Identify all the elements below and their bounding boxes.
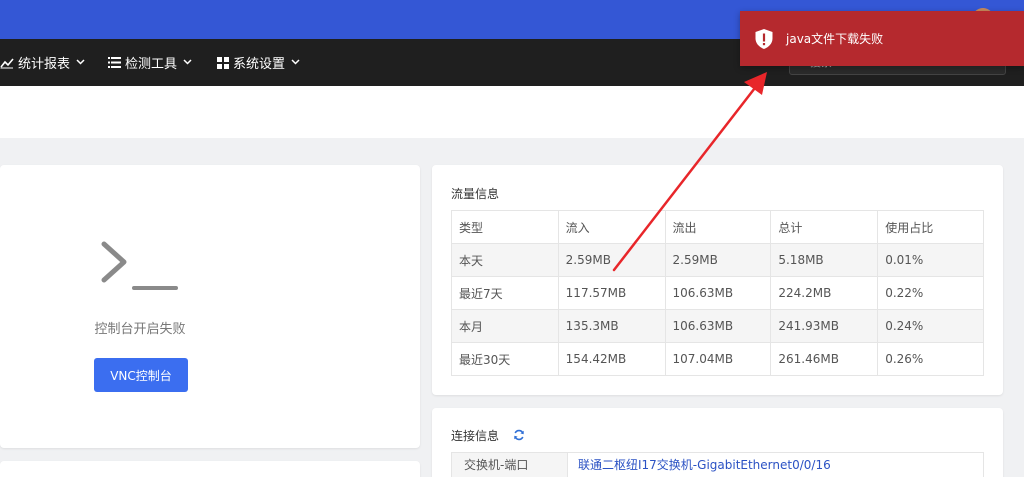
table-cell: 224.2MB (770, 276, 879, 310)
table-cell: 0.22% (877, 276, 984, 310)
connection-info-card: 连接信息 交换机-端口 联通二枢纽I17交换机-GigabitEthernet0… (432, 408, 1003, 477)
shield-alert-icon (754, 28, 774, 50)
connection-info-header: 连接信息 (451, 427, 525, 444)
error-toast[interactable]: java文件下载失败 (740, 11, 1024, 66)
chevron-down-icon (183, 57, 192, 68)
secondary-card (0, 461, 420, 477)
refresh-icon[interactable] (513, 429, 525, 444)
chevron-down-icon (76, 57, 85, 68)
nav-item-settings[interactable]: 系统设置 (217, 39, 300, 86)
table-cell: 135.3MB (557, 309, 666, 343)
column-header: 流出 (664, 210, 772, 244)
nav-label-reports: 统计报表 (18, 57, 71, 72)
table-cell: 117.57MB (557, 276, 666, 310)
table-cell: 2.59MB (557, 243, 666, 277)
table-cell: 最近7天 (451, 276, 559, 310)
table-cell: 2.59MB (664, 243, 772, 277)
table-cell: 0.01% (877, 243, 984, 277)
table-row: 最近7天 117.57MB 106.63MB 224.2MB 0.22% (451, 276, 984, 310)
chevron-down-icon (291, 57, 300, 68)
table-row: 最近30天 154.42MB 107.04MB 261.46MB 0.26% (451, 342, 984, 376)
table-cell: 最近30天 (451, 342, 559, 376)
table-cell: 5.18MB (770, 243, 879, 277)
table-cell: 241.93MB (770, 309, 879, 343)
table-cell: 261.46MB (770, 342, 879, 376)
page-header-area (0, 86, 1024, 138)
nav-item-reports[interactable]: 统计报表 (0, 39, 85, 86)
line-chart-icon (0, 57, 14, 69)
toast-message: java文件下载失败 (786, 32, 884, 46)
connection-info-title: 连接信息 (451, 429, 500, 443)
table-cell: 0.24% (877, 309, 984, 343)
table-cell: 本月 (451, 309, 559, 343)
table-cell: 154.42MB (557, 342, 666, 376)
list-icon (108, 57, 121, 68)
table-cell: 0.26% (877, 342, 984, 376)
table-cell: 本天 (451, 243, 559, 277)
terminal-icon (101, 241, 178, 290)
table-cell: 106.63MB (664, 276, 772, 310)
nav-label-tools: 检测工具 (125, 57, 178, 72)
switch-port-label: 交换机-端口 (452, 453, 568, 477)
nav-item-tools[interactable]: 检测工具 (108, 39, 192, 86)
console-error-message: 控制台开启失败 (94, 322, 186, 337)
traffic-table: 类型 流入 流出 总计 使用占比 本天 2.59MB 2.59MB 5.18MB… (451, 210, 984, 376)
table-header-row: 类型 流入 流出 总计 使用占比 (451, 210, 984, 244)
switch-port-row: 交换机-端口 联通二枢纽I17交换机-GigabitEthernet0/0/16 (451, 452, 984, 477)
grid-icon (217, 56, 229, 69)
traffic-info-title: 流量信息 (451, 187, 500, 201)
table-row: 本月 135.3MB 106.63MB 241.93MB 0.24% (451, 309, 984, 343)
traffic-info-card: 流量信息 类型 流入 流出 总计 使用占比 本天 2.59MB 2.59MB 5… (432, 165, 1003, 395)
switch-port-link[interactable]: 联通二枢纽I17交换机-GigabitEthernet0/0/16 (568, 453, 831, 477)
column-header: 使用占比 (877, 210, 984, 244)
nav-label-settings: 系统设置 (233, 57, 286, 72)
console-card (0, 165, 420, 448)
table-cell: 106.63MB (664, 309, 772, 343)
table-cell: 107.04MB (664, 342, 772, 376)
column-header: 类型 (451, 210, 559, 244)
table-row: 本天 2.59MB 2.59MB 5.18MB 0.01% (451, 243, 984, 277)
column-header: 流入 (557, 210, 666, 244)
column-header: 总计 (770, 210, 879, 244)
vnc-console-button[interactable]: VNC控制台 (94, 358, 188, 392)
